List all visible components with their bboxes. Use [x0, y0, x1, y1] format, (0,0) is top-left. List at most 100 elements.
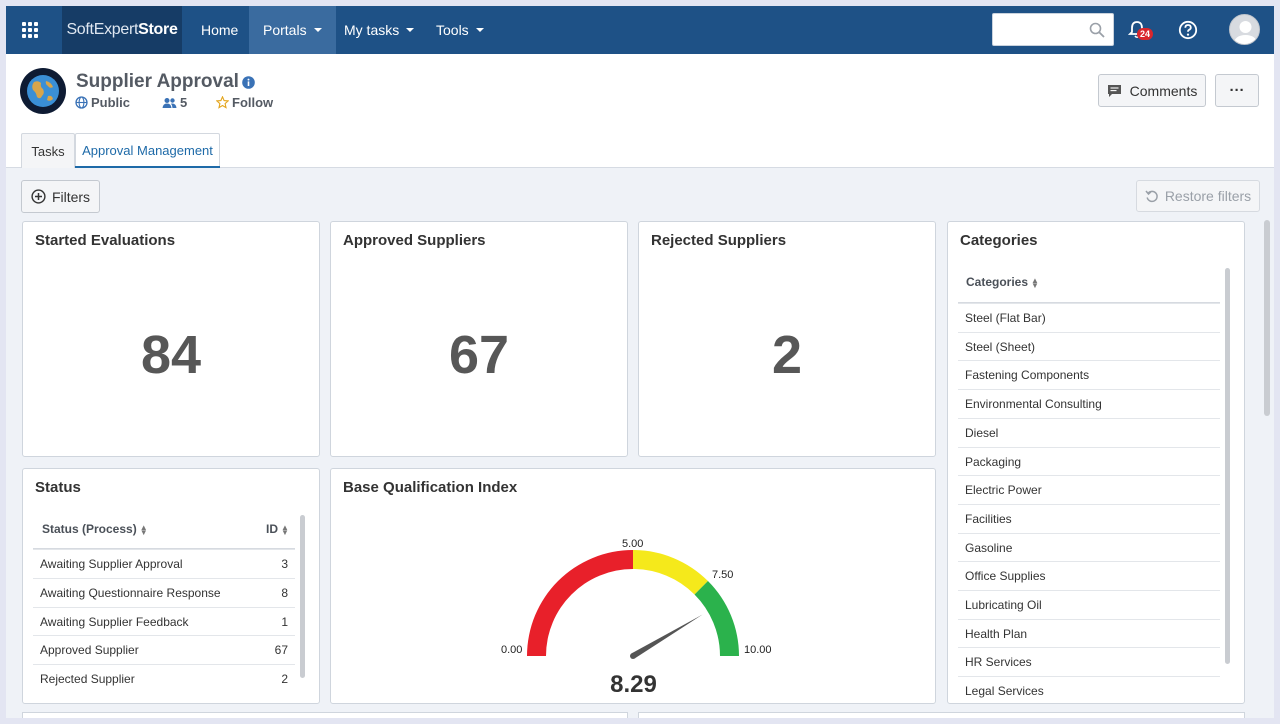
- members-count: 5: [180, 95, 188, 110]
- category-label: Electric Power: [965, 483, 1042, 498]
- list-item[interactable]: Fastening Components: [958, 360, 1220, 389]
- status-scrollbar[interactable]: [300, 515, 305, 678]
- restore-filters-button[interactable]: Restore filters: [1136, 180, 1260, 212]
- status-cell: Awaiting Supplier Approval: [40, 557, 183, 571]
- page-scrollbar[interactable]: [1264, 220, 1270, 416]
- categories-column-header[interactable]: Categories ▲ ▼: [966, 275, 1039, 289]
- list-item[interactable]: Steel (Sheet): [958, 331, 1220, 361]
- gauge-band-1: [633, 550, 708, 595]
- sort-icon: ▲ ▼: [139, 522, 148, 537]
- list-item[interactable]: Packaging: [958, 446, 1220, 476]
- kpi-title: Started Evaluations: [35, 232, 176, 249]
- nav-portals-label: Portals: [263, 22, 307, 38]
- apps-grid-icon[interactable]: [6, 6, 54, 54]
- globe-small-icon: [75, 96, 88, 109]
- search-icon[interactable]: [1089, 22, 1105, 38]
- categories-scrollbar[interactable]: [1225, 268, 1230, 664]
- id-cell: 67: [274, 643, 288, 657]
- table-row[interactable]: Approved Supplier 67: [33, 635, 295, 664]
- filters-button[interactable]: Filters: [21, 180, 100, 213]
- table-row[interactable]: Rejected Supplier 2: [33, 664, 295, 693]
- tab-approval-management-label: Approval Management: [82, 142, 213, 158]
- category-label: Lubricating Oil: [965, 598, 1042, 612]
- undo-icon: [1145, 190, 1158, 203]
- page-title: Supplier Approval: [76, 71, 239, 92]
- more-options-button[interactable]: ···: [1215, 74, 1259, 107]
- brand-soft-text: SoftExpert: [66, 21, 139, 38]
- list-item[interactable]: Steel (Flat Bar): [958, 303, 1220, 332]
- nav-home-label: Home: [201, 22, 239, 38]
- categories-widget: Categories Categories ▲ ▼ Steel (Flat Bar)…: [947, 221, 1245, 704]
- restore-filters-label: Restore filters: [1164, 188, 1252, 204]
- category-label: Environmental Consulting: [965, 397, 1102, 412]
- chevron-down-icon: [313, 28, 322, 32]
- status-column-header[interactable]: Status (Process) ▲ ▼: [42, 522, 148, 536]
- list-item[interactable]: Legal Services: [958, 676, 1220, 703]
- visibility-label: Public: [91, 95, 131, 110]
- nav-home[interactable]: Home: [187, 6, 252, 54]
- nav-portals[interactable]: Portals: [249, 6, 336, 54]
- gauge-mid-label: 5.00: [622, 538, 644, 550]
- gauge-widget: Base Qualification Index 0.00 5.00 7.50 …: [330, 468, 936, 704]
- comment-icon: [1107, 84, 1121, 97]
- id-column-header[interactable]: ID ▲ ▼: [266, 522, 289, 536]
- follow-label: Follow: [232, 95, 274, 110]
- user-icon: [1233, 21, 1258, 44]
- avatar[interactable]: [1229, 14, 1260, 45]
- status-cell: Awaiting Supplier Feedback: [40, 615, 189, 629]
- category-label: HR Services: [965, 655, 1032, 670]
- brand-logo[interactable]: SoftExpert Store: [62, 6, 182, 54]
- comments-button[interactable]: Comments: [1098, 74, 1206, 107]
- gauge-needle-hub: [630, 653, 636, 659]
- table-row[interactable]: Awaiting Supplier Feedback 1: [33, 607, 295, 636]
- status-widget: Status Status (Process) ▲ ▼ ID ▲ ▼ Awaiting …: [22, 468, 320, 704]
- nav-tools[interactable]: Tools: [422, 6, 498, 54]
- tab-tasks[interactable]: Tasks: [21, 133, 75, 168]
- follow-button[interactable]: Follow: [216, 95, 273, 110]
- card-edge: [638, 712, 1245, 718]
- status-cell: Rejected Supplier: [40, 672, 135, 686]
- notification-badge: 24: [1137, 28, 1154, 40]
- kpi-started-evaluations: Started Evaluations 84: [22, 221, 320, 457]
- list-item[interactable]: Facilities: [958, 503, 1220, 533]
- table-row[interactable]: Awaiting Questionnaire Response 8: [33, 578, 295, 607]
- list-item[interactable]: Health Plan: [958, 618, 1220, 648]
- list-item[interactable]: HR Services: [958, 647, 1220, 676]
- nav-my-tasks[interactable]: My tasks: [330, 6, 428, 54]
- portal-logo: [20, 68, 66, 114]
- category-label: Facilities: [965, 511, 1012, 526]
- portal-header: Supplier Approval Public 5 Follow Commen…: [6, 54, 1274, 168]
- kpi-value: 67: [448, 325, 510, 385]
- kpi-title: Rejected Suppliers: [651, 232, 787, 249]
- status-title: Status: [35, 479, 81, 496]
- status-cell: Approved Supplier: [40, 643, 139, 657]
- comments-label: Comments: [1129, 82, 1198, 99]
- list-item[interactable]: Electric Power: [958, 475, 1220, 504]
- list-item[interactable]: Environmental Consulting: [958, 389, 1220, 418]
- sort-icon: ▲ ▼: [281, 522, 289, 537]
- help-button[interactable]: [1174, 16, 1202, 44]
- kpi-value: 2: [771, 325, 803, 385]
- gauge-min-label: 0.00: [501, 644, 523, 656]
- sort-icon: ▲ ▼: [1031, 275, 1039, 290]
- list-item[interactable]: Gasoline: [958, 532, 1220, 562]
- list-item[interactable]: Office Supplies: [958, 561, 1220, 590]
- plus-circle-icon: [31, 189, 46, 204]
- members-indicator[interactable]: 5: [162, 95, 187, 110]
- list-item[interactable]: Diesel: [958, 417, 1220, 447]
- id-column-label: ID: [266, 522, 278, 536]
- notifications-button[interactable]: 24: [1123, 16, 1154, 44]
- search-input[interactable]: [992, 13, 1114, 46]
- list-item[interactable]: Lubricating Oil: [958, 590, 1220, 619]
- info-icon[interactable]: [242, 76, 255, 89]
- category-label: Health Plan: [965, 626, 1028, 641]
- gauge-needle: [631, 614, 703, 659]
- kpi-value: 84: [140, 325, 202, 385]
- nav-tools-label: Tools: [436, 22, 469, 38]
- table-row[interactable]: Awaiting Supplier Approval 3: [33, 549, 295, 578]
- gauge-upper-label: 7.50: [712, 569, 734, 581]
- status-cell: Awaiting Questionnaire Response: [40, 586, 221, 600]
- tab-approval-management[interactable]: Approval Management: [75, 133, 220, 168]
- chevron-down-icon: [406, 28, 415, 32]
- users-icon: [162, 97, 177, 108]
